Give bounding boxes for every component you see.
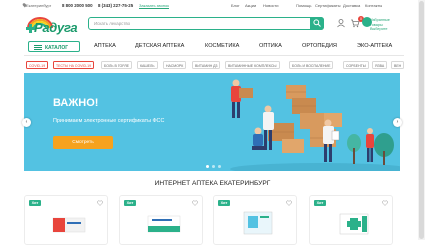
scrollbar-thumb[interactable] — [419, 1, 424, 239]
section-title: ИНТЕРНЕТ АПТЕКА ЕКАТЕРИНБУРГ — [154, 180, 271, 187]
tag-sore-throat[interactable]: БОЛЬ В ГОРЛЕ — [101, 61, 133, 69]
menu-optics[interactable]: ОПТИКА — [259, 43, 282, 49]
product-image — [52, 217, 86, 233]
tag-sorbents[interactable]: СОРБЕНТЫ — [343, 61, 369, 69]
topnav-help[interactable]: Помощь — [296, 3, 311, 8]
menu-burger-icon — [34, 45, 42, 50]
topnav-delivery[interactable]: Доставка — [343, 3, 360, 8]
banner-dot[interactable] — [212, 165, 215, 168]
page-scrollbar[interactable] — [418, 0, 425, 240]
hit-badge: Хит — [218, 200, 230, 206]
product-card[interactable]: Хит — [119, 195, 203, 245]
tag-covid[interactable]: COVID-19 — [26, 61, 49, 69]
favorites-line-3: Выберите — [370, 27, 388, 31]
topnav-blog[interactable]: Блог — [231, 3, 240, 8]
catalog-button[interactable]: КАТАЛОГ — [28, 41, 80, 52]
banner-dot[interactable] — [218, 165, 221, 168]
banner-subtitle: Принимаем электронные сертификаты ФСС — [53, 118, 165, 124]
search-input[interactable]: Искать лекарство — [94, 21, 130, 26]
search-button[interactable] — [310, 17, 324, 30]
heart-icon[interactable] — [97, 200, 103, 206]
hit-badge: Хит — [314, 200, 326, 206]
product-image — [147, 215, 181, 233]
banner-prev-arrow[interactable]: ‹ — [22, 118, 31, 127]
search-box[interactable]: Искать лекарство — [88, 17, 324, 30]
heart-icon[interactable] — [286, 200, 292, 206]
banner-next-arrow[interactable]: › — [393, 118, 402, 127]
favorites-label[interactable]: Избранные товары Выберите — [370, 18, 408, 32]
product-card[interactable]: Хит — [309, 195, 393, 245]
tag-pain-inflammation[interactable]: БОЛЬ И ВОСПАЛЕНИЕ — [289, 61, 334, 69]
menu-orthopedics[interactable]: ОРТОПЕДИЯ — [302, 43, 337, 49]
topnav-promo[interactable]: Акции — [245, 3, 256, 8]
heart-icon[interactable] — [192, 200, 198, 206]
heart-icon[interactable] — [382, 200, 388, 206]
tag-veins[interactable]: ВЕН — [391, 61, 405, 69]
tag-vitamin-complex[interactable]: ВИТАМИННЫЕ КОМПЛЕКСЫ — [225, 61, 280, 69]
product-card[interactable]: Хит — [213, 195, 297, 245]
product-card[interactable]: Хит — [24, 195, 108, 245]
menu-kids-pharmacy[interactable]: ДЕТСКАЯ АПТЕКА — [135, 43, 184, 49]
product-image — [339, 213, 369, 235]
tag-vitamin-d3[interactable]: ВИТАМИН Д3 — [192, 61, 221, 69]
banner-cta-button[interactable]: Смотреть — [53, 136, 113, 149]
search-icon — [313, 19, 321, 27]
menu-eco-pharmacy[interactable]: ЭКО-АПТЕКА — [357, 43, 392, 49]
menu-cosmetics[interactable]: КОСМЕТИКА — [205, 43, 239, 49]
hit-badge: Хит — [29, 200, 41, 206]
menu-divider — [24, 55, 404, 56]
phone-number-2[interactable]: 8 (343) 227-75-25 — [98, 3, 133, 8]
top-bar: Екатеринбург 8 800 2000 500 8 (343) 227-… — [0, 0, 425, 11]
user-icon[interactable] — [336, 18, 346, 28]
city-selector[interactable]: Екатеринбург — [26, 3, 51, 8]
tag-ulcer[interactable]: ЯЗВА — [372, 61, 388, 69]
banner-dot-active[interactable] — [206, 165, 209, 168]
tag-runny-nose[interactable]: НАСМОРК — [163, 61, 187, 69]
menu-pharmacy[interactable]: АПТЕКА — [94, 43, 116, 49]
topnav-news[interactable]: Новости — [263, 3, 278, 8]
callback-link[interactable]: Заказать звонок — [139, 3, 169, 8]
hit-badge: Хит — [124, 200, 136, 206]
tag-cough[interactable]: КАШЕЛЬ — [137, 61, 158, 69]
catalog-button-label: КАТАЛОГ — [45, 45, 69, 51]
tag-covid-tests[interactable]: ТЕСТЫ НА COVID-19 — [53, 61, 95, 69]
topnav-certificates[interactable]: Сертификаты — [315, 3, 341, 8]
banner-cta-label: Смотреть — [72, 139, 94, 145]
logo-text: Радуга — [34, 20, 78, 35]
banner-title: ВАЖНО! — [53, 97, 99, 109]
product-image — [243, 211, 273, 235]
phone-number-1[interactable]: 8 800 2000 500 — [62, 3, 93, 8]
topnav-contacts[interactable]: Контакты — [365, 3, 382, 8]
